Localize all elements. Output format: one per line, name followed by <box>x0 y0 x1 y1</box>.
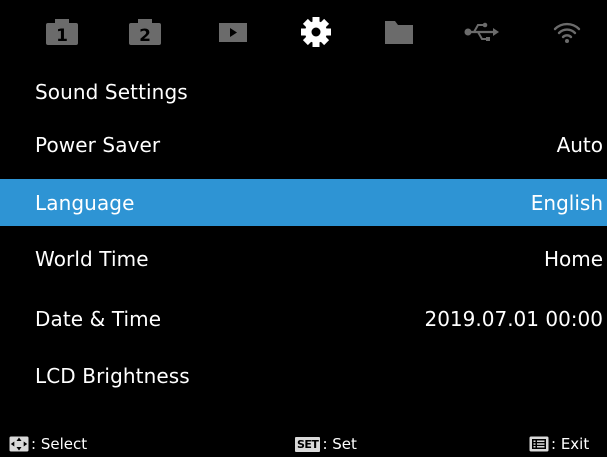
tab-shooting-2[interactable]: 2 <box>121 0 169 64</box>
footer-exit-hint: : Exit <box>529 435 589 453</box>
footer-select-hint: : Select <box>9 435 87 453</box>
usb-icon <box>464 22 499 41</box>
menu-item-label: World Time <box>35 246 149 271</box>
tab-settings[interactable] <box>294 0 338 64</box>
menu-item-label: LCD Brightness <box>35 363 190 388</box>
menu-item-label: Power Saver <box>35 132 161 157</box>
gear-icon <box>301 17 331 47</box>
menu-item-world-time[interactable]: World Time Home <box>0 235 607 282</box>
menu-button-icon <box>529 436 549 452</box>
tab-number-2: 2 <box>139 26 151 46</box>
menu-item-lcd-brightness[interactable]: LCD Brightness <box>0 352 607 399</box>
menu-item-power-saver[interactable]: Power Saver Auto <box>0 121 607 168</box>
camera-1-icon: 1 <box>46 19 78 46</box>
footer-select-label: : Select <box>31 435 88 453</box>
menu-item-value: English <box>530 190 603 215</box>
menu-item-sound-settings[interactable]: Sound Settings <box>0 68 607 115</box>
folder-icon <box>385 21 413 44</box>
menu-item-value: 2019.07.01 00:00 <box>424 306 603 331</box>
menu-item-label: Language <box>35 190 135 215</box>
tab-file[interactable] <box>376 0 422 64</box>
playback-icon <box>219 23 247 42</box>
dpad-icon <box>9 436 29 452</box>
menu-item-language[interactable]: Language English <box>0 179 607 226</box>
menu-item-label: Date & Time <box>35 306 162 331</box>
tab-playback[interactable] <box>210 0 256 64</box>
menu-item-value: Auto <box>556 132 603 157</box>
tab-wifi[interactable] <box>545 0 589 64</box>
tab-shooting-1[interactable]: 1 <box>38 0 86 64</box>
tab-number-1: 1 <box>56 26 68 46</box>
footer-exit-label: : Exit <box>551 435 590 453</box>
menu-tab-bar: 1 2 <box>0 0 607 64</box>
menu-item-date-time[interactable]: Date & Time 2019.07.01 00:00 <box>0 295 607 342</box>
menu-item-label: Sound Settings <box>35 79 188 104</box>
menu-item-value: Home <box>543 246 603 271</box>
wifi-icon <box>553 22 581 43</box>
button-guide-footer: : Select SET : Set : Exit <box>0 428 607 457</box>
camera-2-icon: 2 <box>129 19 161 46</box>
footer-set-label: : Set <box>322 435 357 453</box>
footer-set-hint: SET : Set <box>295 435 357 453</box>
tab-usb[interactable] <box>456 0 508 64</box>
set-key-icon: SET <box>295 436 321 452</box>
